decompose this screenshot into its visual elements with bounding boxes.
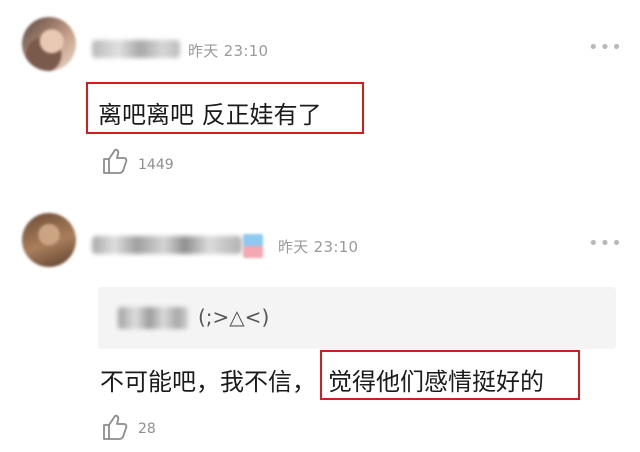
avatar[interactable] (22, 17, 76, 71)
comment-timestamp: 昨天 23:10 (188, 42, 269, 60)
comment-text: 离吧离吧 反正娃有了 (98, 101, 322, 129)
like-count: 28 (138, 421, 156, 437)
avatar[interactable] (22, 213, 76, 267)
quoted-text: (;>△<) (198, 305, 270, 329)
more-options-icon[interactable]: ••• (588, 37, 623, 58)
like-count: 1449 (138, 157, 174, 173)
username-blurred[interactable] (92, 236, 242, 254)
thumbs-up-icon[interactable] (100, 412, 130, 442)
quoted-username-blurred (118, 307, 188, 329)
username-blurred[interactable] (92, 40, 180, 58)
comment-timestamp: 昨天 23:10 (278, 238, 359, 256)
comment-text: 不可能吧，我不信， (100, 368, 316, 396)
more-options-icon[interactable]: ••• (588, 233, 623, 254)
thumbs-up-icon[interactable] (100, 146, 130, 176)
comment-text-highlighted: 觉得他们感情挺好的 (328, 368, 544, 396)
user-badge (243, 234, 263, 258)
